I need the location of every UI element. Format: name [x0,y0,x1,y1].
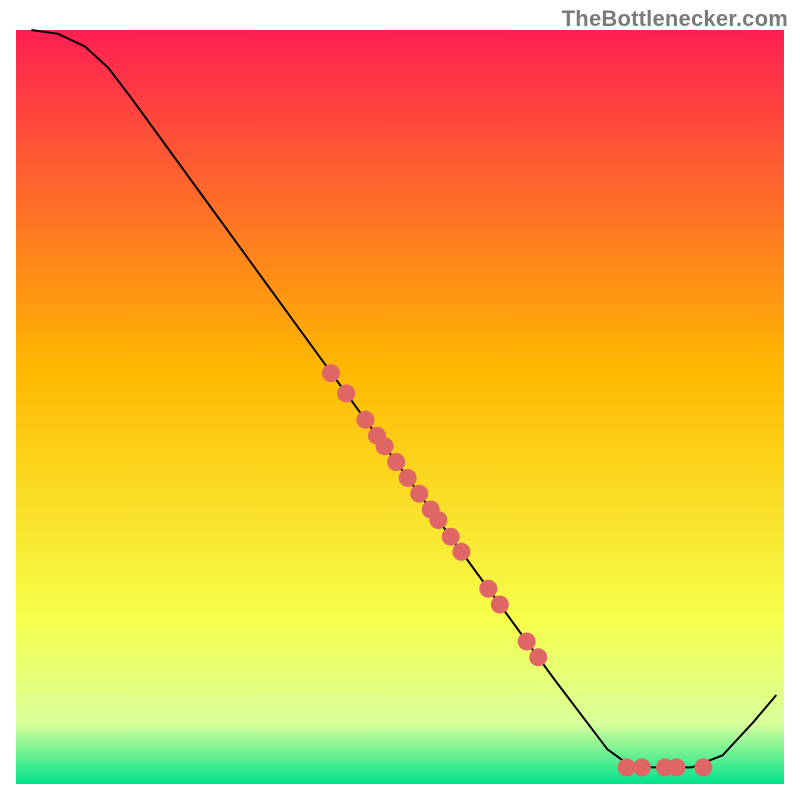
data-point [356,411,374,429]
data-point [518,633,536,651]
data-point [376,437,394,455]
data-point [668,758,686,776]
data-point [633,758,651,776]
data-point [618,758,636,776]
data-point [442,528,460,546]
data-point [491,596,509,614]
data-point [387,453,405,471]
data-point [322,364,340,382]
plot-background [16,30,784,784]
chart-canvas [0,0,800,800]
data-point [337,384,355,402]
bottleneck-chart: TheBottlenecker.com [0,0,800,800]
data-point [410,485,428,503]
watermark-text: TheBottlenecker.com [562,6,788,32]
data-point [529,648,547,666]
data-point [429,511,447,529]
data-point [479,580,497,598]
data-point [452,543,470,561]
data-point [399,469,417,487]
data-point [694,758,712,776]
